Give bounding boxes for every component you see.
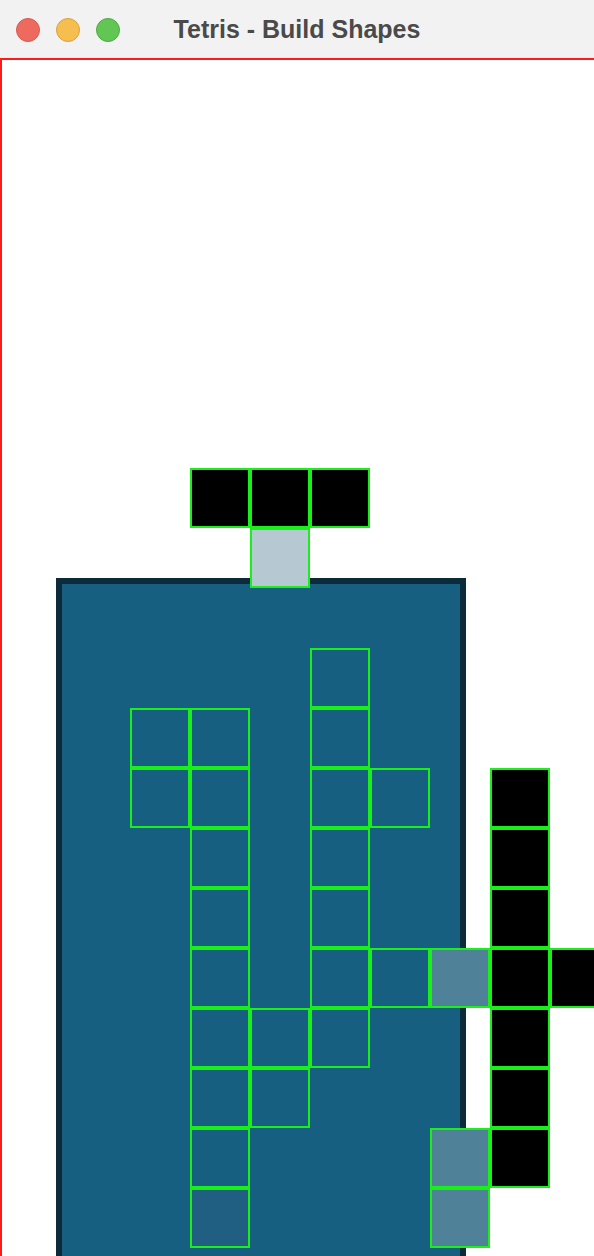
tetris-cell — [430, 948, 490, 1008]
window-controls — [16, 18, 120, 42]
tetris-cell — [190, 708, 250, 768]
tetris-cell — [370, 948, 430, 1008]
tetris-cell — [310, 1008, 370, 1068]
tetris-cell — [190, 1128, 250, 1188]
tetris-cell — [490, 828, 550, 888]
game-canvas — [0, 58, 594, 1256]
tetris-cell — [370, 768, 430, 828]
tetris-cell — [190, 1068, 250, 1128]
tetris-cell — [190, 828, 250, 888]
minimize-button[interactable] — [56, 18, 80, 42]
close-button[interactable] — [16, 18, 40, 42]
tetris-cell — [490, 768, 550, 828]
tetris-cell — [310, 828, 370, 888]
tetris-cell — [250, 528, 310, 588]
tetris-cell — [190, 468, 250, 528]
tetris-cell — [250, 1008, 310, 1068]
tetris-cell — [190, 1008, 250, 1068]
tetris-cell — [430, 1188, 490, 1248]
tetris-cell — [190, 1188, 250, 1248]
tetris-cell — [490, 1008, 550, 1068]
window-title: Tetris - Build Shapes — [166, 11, 429, 48]
tetris-cell — [250, 468, 310, 528]
tetris-cell — [310, 888, 370, 948]
tetris-cell — [130, 708, 190, 768]
zoom-button[interactable] — [96, 18, 120, 42]
tetris-cell — [490, 948, 550, 1008]
tetris-cell — [310, 948, 370, 1008]
tetris-cell — [310, 708, 370, 768]
tetris-cell — [250, 1068, 310, 1128]
tetris-cell — [550, 948, 594, 1008]
tetris-cell — [190, 888, 250, 948]
tetris-cell — [310, 648, 370, 708]
tetris-cell — [130, 768, 190, 828]
game-board — [56, 578, 466, 1256]
tetris-cell — [190, 768, 250, 828]
tetris-cell — [310, 468, 370, 528]
tetris-cell — [310, 768, 370, 828]
tetris-cell — [490, 1128, 550, 1188]
tetris-cell — [190, 948, 250, 1008]
tetris-cell — [430, 1128, 490, 1188]
tetris-cell — [490, 888, 550, 948]
tetris-cell — [490, 1068, 550, 1128]
title-bar: Tetris - Build Shapes — [0, 0, 594, 58]
